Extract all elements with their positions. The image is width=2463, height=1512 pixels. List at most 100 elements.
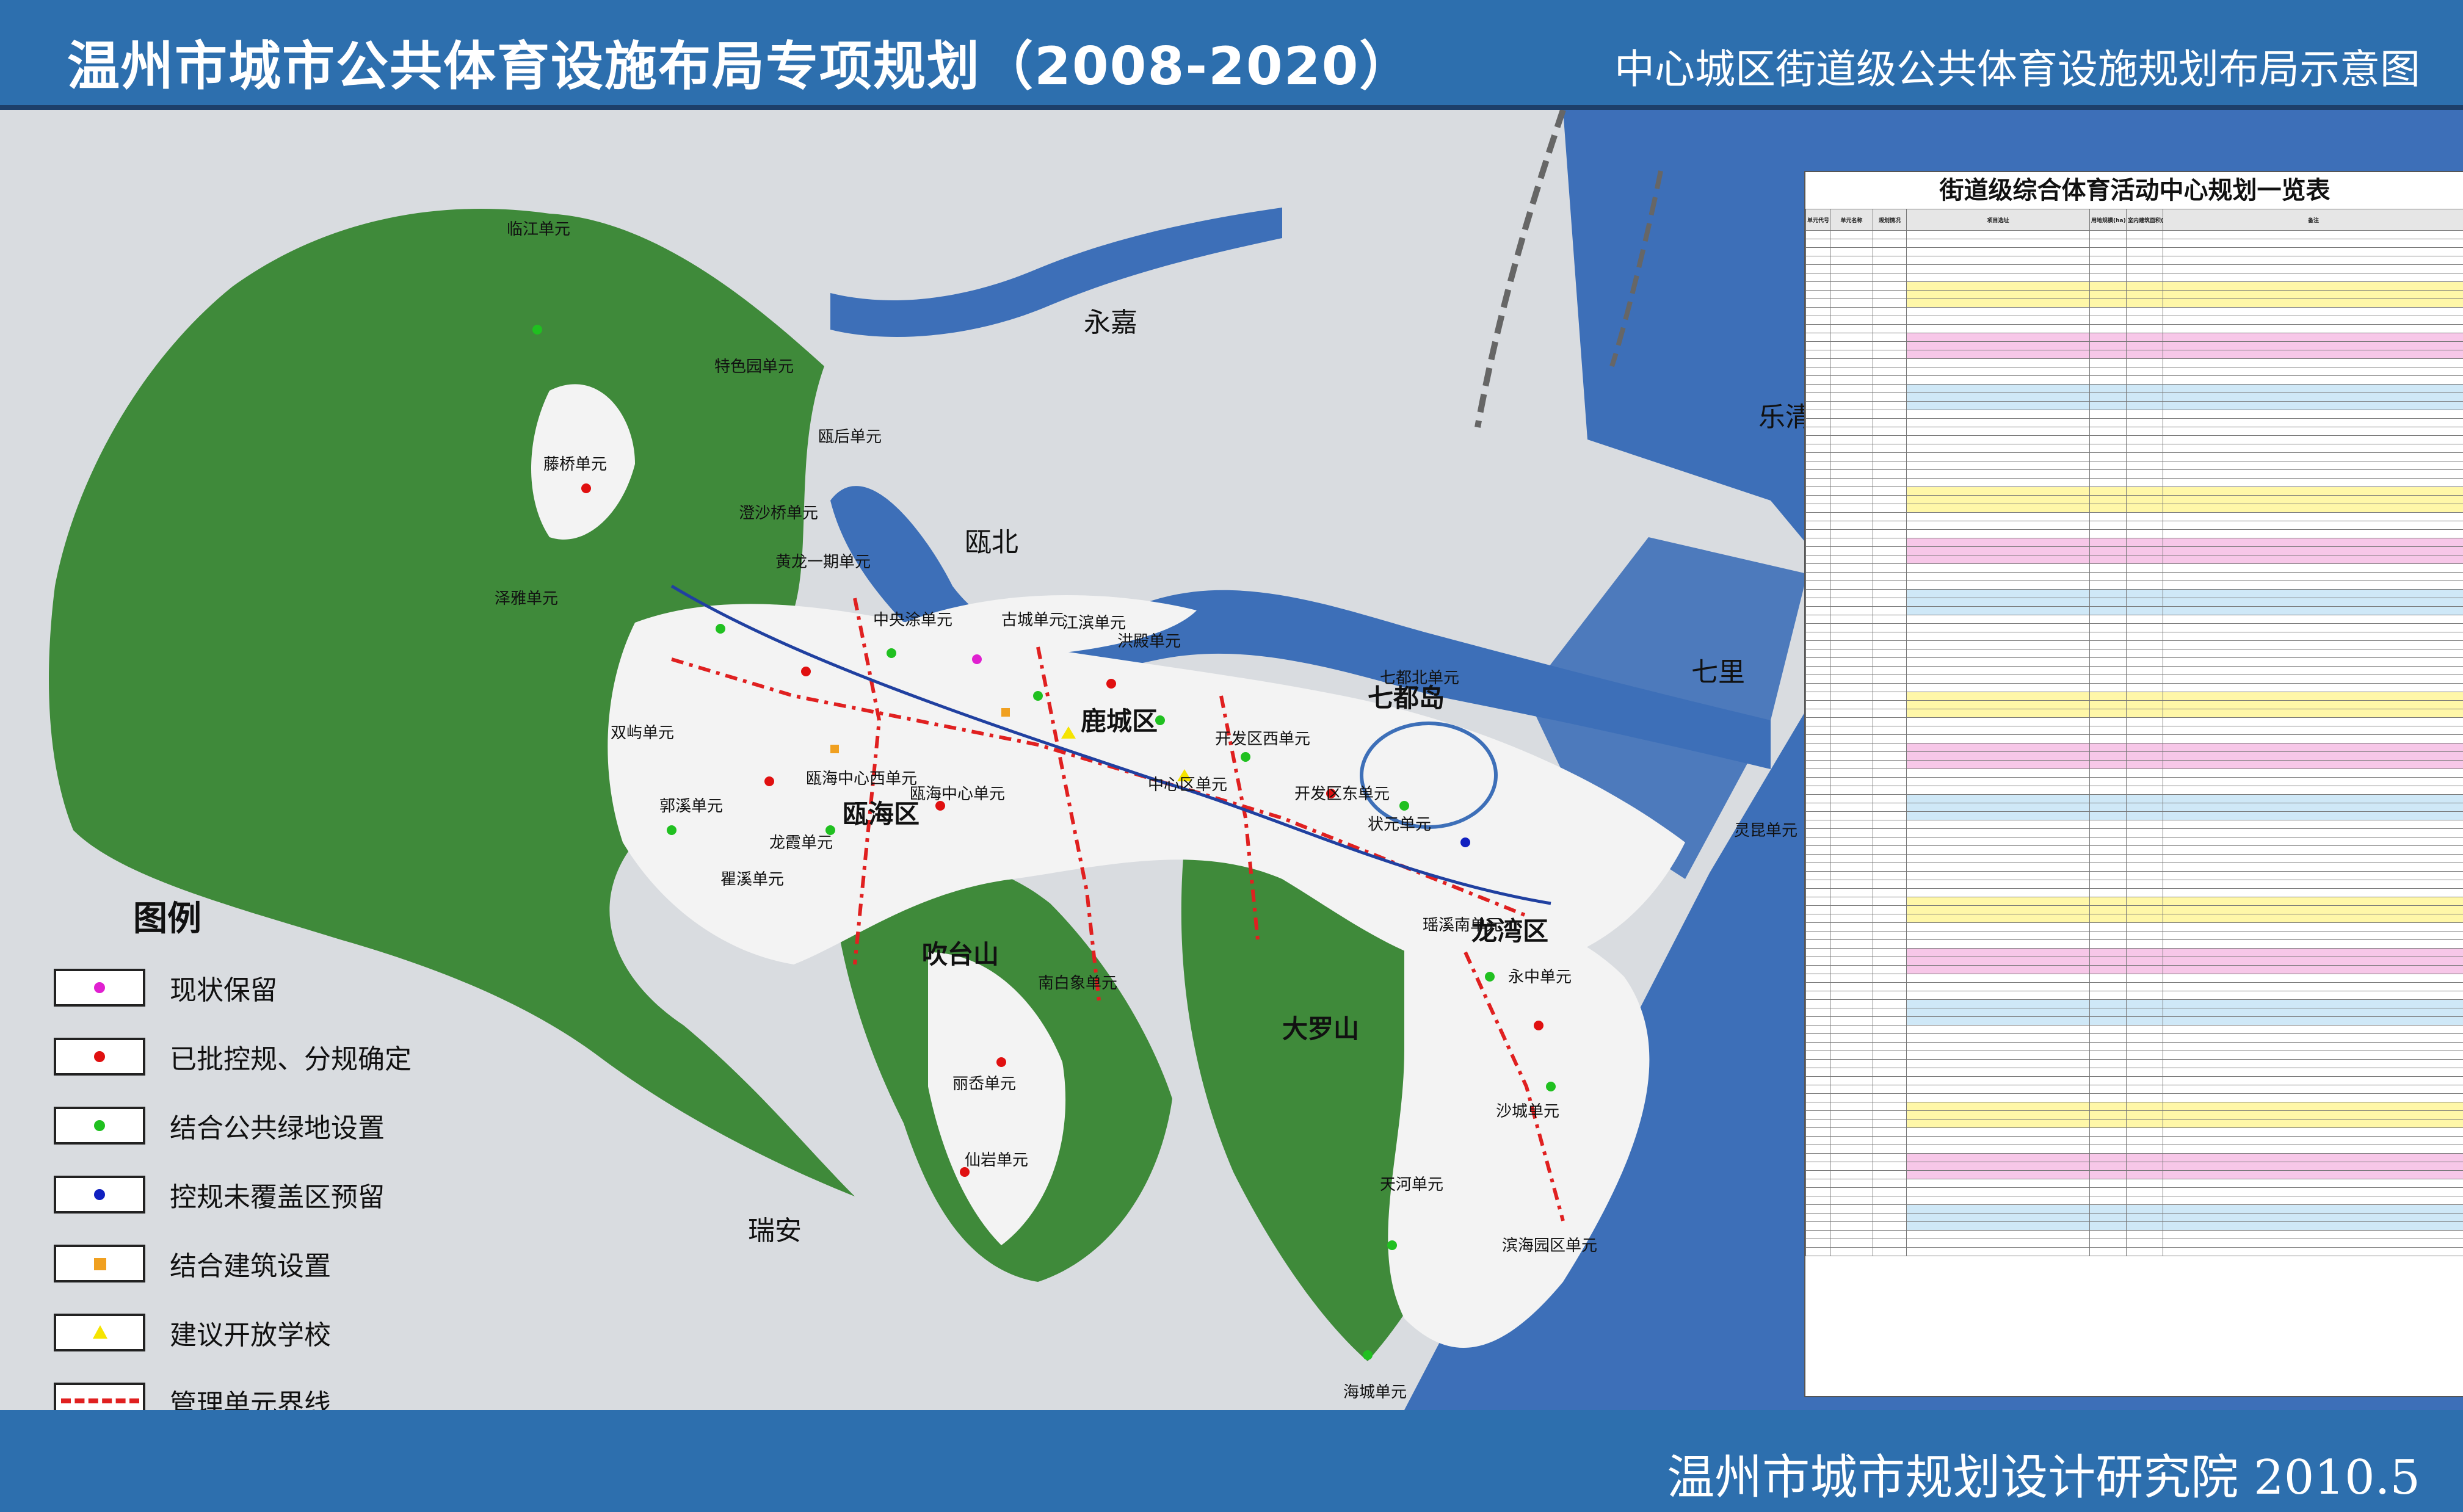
table-cell [2126, 700, 2163, 709]
table-cell [2126, 965, 2163, 974]
table-row [1805, 452, 2463, 461]
table-cell [1830, 469, 1873, 479]
table-cell [2089, 1196, 2127, 1205]
table-cell [2126, 256, 2163, 265]
table-cell [2163, 683, 2463, 692]
table-cell [2126, 444, 2163, 453]
table-cell [1873, 632, 1907, 641]
table-cell [2126, 760, 2163, 769]
table-cell [1906, 1076, 2090, 1085]
table-cell [1830, 316, 1873, 325]
table-cell [2163, 880, 2463, 889]
table-cell [2089, 1059, 2127, 1068]
table-row [1805, 1170, 2463, 1179]
table-cell [1906, 640, 2090, 649]
table-cell [1906, 504, 2090, 513]
table-cell [2089, 777, 2127, 786]
table-cell [1873, 1179, 1907, 1188]
table-cell [2126, 341, 2163, 350]
table-cell [2126, 538, 2163, 547]
table-cell [2126, 939, 2163, 949]
district-label-ouhai: 瓯海区 [843, 799, 920, 829]
table-cell [1830, 375, 1873, 385]
table-cell [2163, 478, 2463, 487]
table-cell [2089, 1085, 2127, 1094]
table-cell [2163, 529, 2463, 538]
table-cell [2089, 239, 2127, 248]
table-cell [2126, 298, 2163, 308]
table-cell [1873, 1170, 1907, 1179]
table-cell [1873, 914, 1907, 923]
table-cell [1830, 495, 1873, 504]
table-cell [1805, 615, 1830, 624]
table-cell [2126, 264, 2163, 273]
table-cell [1906, 709, 2090, 718]
table-row [1805, 640, 2463, 649]
table-row [1805, 1033, 2463, 1043]
table-cell [1830, 871, 1873, 880]
table-cell [1805, 1051, 1830, 1060]
table-cell [2163, 606, 2463, 615]
table-cell [1830, 657, 1873, 667]
table-cell [1805, 769, 1830, 778]
table-cell [2089, 828, 2127, 837]
table-cell [1906, 1145, 2090, 1154]
table-cell [1830, 1025, 1873, 1034]
table-cell [1906, 1179, 2090, 1188]
table-cell [1805, 435, 1830, 444]
table-cell [1906, 589, 2090, 598]
table-cell [1805, 837, 1830, 846]
table-cell [1873, 495, 1907, 504]
table-cell [1805, 401, 1830, 410]
table-cell [2126, 487, 2163, 496]
table-header-cell: 备注 [2163, 209, 2463, 231]
table-cell [2126, 358, 2163, 367]
table-cell [2163, 692, 2463, 701]
unit-label: 状元单元 [1368, 816, 1432, 834]
table-cell [2089, 452, 2127, 461]
footer-organization: 温州市城市规划设计研究院 2010.5 [1667, 1450, 2420, 1505]
unit-label: 黄龙一期单元 [775, 553, 871, 571]
table-cell [1830, 1204, 1873, 1214]
table-cell [1906, 1119, 2090, 1128]
table-cell [1830, 401, 1873, 410]
table-cell [2089, 281, 2127, 291]
table-row [1805, 350, 2463, 359]
table-cell [2163, 444, 2463, 453]
table-cell [1873, 734, 1907, 743]
table-row [1805, 632, 2463, 641]
table-cell [1906, 1136, 2090, 1145]
table-cell [1830, 794, 1873, 803]
table-cell [2163, 1230, 2463, 1239]
table-cell [1830, 1213, 1873, 1222]
table-cell [2163, 897, 2463, 906]
facility-marker [1485, 972, 1495, 982]
table-cell [1830, 734, 1873, 743]
table-cell [2089, 384, 2127, 393]
table-cell [1805, 794, 1830, 803]
table-cell [1906, 1025, 2090, 1034]
unit-label: 澄沙桥单元 [739, 504, 819, 523]
table-row [1805, 1204, 2463, 1214]
table-cell [1906, 905, 2090, 914]
table-cell [2126, 324, 2163, 333]
table-cell [1805, 999, 1830, 1008]
table-cell [2163, 1247, 2463, 1256]
table-cell [1906, 888, 2090, 897]
table-cell [1830, 1153, 1873, 1162]
table-cell [1873, 1153, 1907, 1162]
table-cell [1906, 572, 2090, 581]
table-row [1805, 1213, 2463, 1222]
table-cell [2126, 375, 2163, 385]
unit-label: 天河单元 [1380, 1176, 1444, 1194]
table-cell [2089, 410, 2127, 419]
table-cell [1873, 640, 1907, 649]
table-cell [2163, 854, 2463, 863]
table-cell [2126, 1204, 2163, 1214]
table-cell [1805, 1170, 1830, 1179]
table-cell [2126, 632, 2163, 641]
table-cell [2163, 1085, 2463, 1094]
table-cell [2126, 333, 2163, 342]
table-cell [2163, 350, 2463, 359]
table-row [1805, 1008, 2463, 1017]
